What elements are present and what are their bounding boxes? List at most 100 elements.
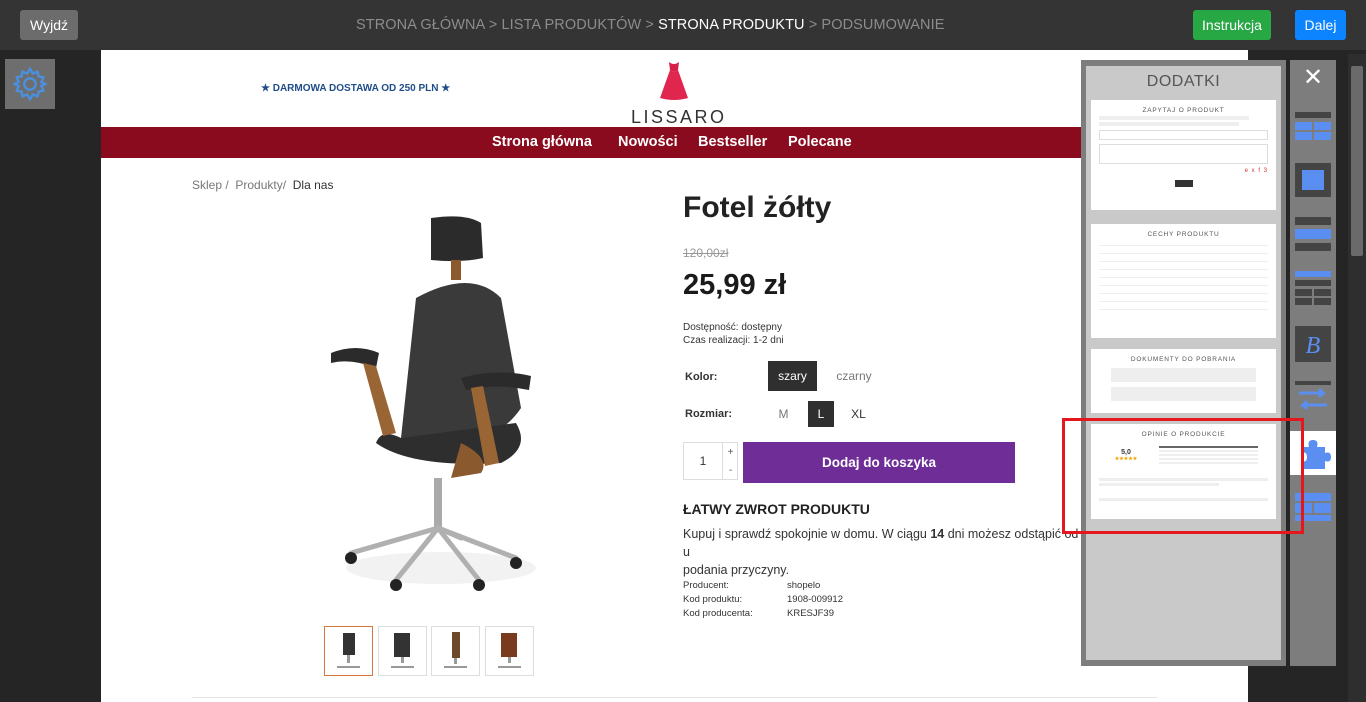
step-summary[interactable]: PODSUMOWANIE xyxy=(821,17,944,33)
chair-thumbnail-icon xyxy=(498,633,521,668)
product-thumbnail[interactable] xyxy=(324,626,373,676)
exit-button[interactable]: Wyjdź xyxy=(20,10,78,40)
layout-rows-button[interactable] xyxy=(1290,212,1336,256)
scrollbar[interactable] xyxy=(1348,54,1366,702)
captcha-preview: e x f 3 xyxy=(1244,168,1268,174)
spec-key: Kod producenta: xyxy=(683,608,753,619)
next-button[interactable]: Dalej xyxy=(1295,10,1346,40)
download-item-preview xyxy=(1111,387,1256,401)
chair-thumbnail-icon xyxy=(444,632,467,668)
availability-text: Dostępność: dostępny xyxy=(683,322,782,333)
divider xyxy=(192,697,1158,698)
bc-products[interactable]: Produkty xyxy=(235,178,282,192)
store-logo[interactable]: LISSARO xyxy=(631,60,727,128)
layout-table-button[interactable] xyxy=(1290,266,1336,310)
addons-title: DODATKI xyxy=(1146,73,1221,90)
table-row xyxy=(1099,256,1268,262)
return-text: Kupuj i sprawdź spokojnie w domu. W ciąg… xyxy=(683,525,1083,579)
step-separator: > xyxy=(804,17,822,33)
addons-drawer: DODATKI ZAPYTAJ O PRODUKT e x f 3 CECHY … xyxy=(1081,60,1286,666)
color-label: Kolor: xyxy=(685,371,718,383)
swap-button[interactable] xyxy=(1290,376,1336,420)
close-drawer-button[interactable]: ✕ xyxy=(1290,60,1336,94)
quantity-value[interactable]: 1 xyxy=(684,454,722,468)
svg-text:B: B xyxy=(1306,333,1321,359)
return-days: 14 xyxy=(930,527,945,541)
add-to-cart-button[interactable]: Dodaj do koszyka xyxy=(743,442,1015,483)
spec-value: shopelo xyxy=(787,580,821,591)
layout-block-button[interactable] xyxy=(1290,158,1336,202)
nav-bestseller[interactable]: Bestseller xyxy=(698,134,767,150)
nav-recommended[interactable]: Polecane xyxy=(788,134,852,150)
dress-logo-icon xyxy=(660,62,688,100)
quantity-minus-button[interactable]: - xyxy=(722,461,738,479)
download-item-preview xyxy=(1111,368,1256,382)
gear-icon xyxy=(12,66,48,102)
table-row xyxy=(1099,264,1268,270)
top-bar: Wyjdź STRONA GŁÓWNA > LISTA PRODUKTÓW > … xyxy=(0,0,1366,50)
store-nav: Strona główna Nowości Bestseller Polecan… xyxy=(101,127,1248,158)
layout-grid-button[interactable] xyxy=(1290,105,1336,149)
spec-row: Kod produktu: 1908-009912 xyxy=(683,593,843,607)
product-main-image[interactable] xyxy=(301,208,571,608)
highlight-box xyxy=(1062,418,1304,534)
color-option-black[interactable]: czarny xyxy=(829,361,879,391)
size-option-m[interactable]: M xyxy=(771,401,796,427)
chair-thumbnail-icon xyxy=(391,633,414,668)
text-placeholder xyxy=(1099,122,1239,126)
quantity-plus-button[interactable]: + xyxy=(722,443,738,461)
table-row xyxy=(1099,240,1268,246)
block-layout-icon xyxy=(1295,163,1331,197)
old-price: 120,00zł xyxy=(683,246,729,260)
quantity-stepper[interactable]: 1 + - xyxy=(683,442,738,480)
size-label: Rozmiar: xyxy=(685,408,733,420)
step-home[interactable]: STRONA GŁÓWNA xyxy=(356,17,485,33)
spec-key: Producent: xyxy=(683,580,729,591)
text-placeholder xyxy=(1099,116,1249,120)
table-row xyxy=(1099,280,1268,286)
step-separator: > xyxy=(641,17,659,33)
addon-product-features[interactable]: CECHY PRODUKTU xyxy=(1091,224,1276,338)
rows-layout-icon xyxy=(1295,217,1331,251)
spec-key: Kod produktu: xyxy=(683,594,743,605)
send-button-preview xyxy=(1174,180,1193,187)
chair-thumbnail-icon xyxy=(337,633,360,668)
table-row xyxy=(1099,248,1268,254)
product-thumbnail[interactable] xyxy=(431,626,480,676)
bc-current: Dla nas xyxy=(292,178,334,192)
step-product-list[interactable]: LISTA PRODUKTÓW xyxy=(501,17,641,33)
addon-card-title: DOKUMENTY DO POBRANIA xyxy=(1130,356,1237,363)
bc-shop[interactable]: Sklep xyxy=(192,178,222,192)
swap-arrows-icon xyxy=(1295,381,1331,411)
table-row xyxy=(1099,272,1268,278)
product-specs: Producent: shopelo Kod produktu: 1908-0099… xyxy=(683,579,843,621)
product-thumbnail[interactable] xyxy=(485,626,534,676)
logo-text: LISSARO xyxy=(631,107,727,127)
addons-list: DODATKI ZAPYTAJ O PRODUKT e x f 3 CECHY … xyxy=(1086,66,1281,660)
product-price: 25,99 zł xyxy=(683,269,787,301)
table-row xyxy=(1099,296,1268,302)
spec-row: Producent: shopelo xyxy=(683,579,843,593)
addon-card-title: ZAPYTAJ O PRODUKT xyxy=(1142,107,1225,114)
spec-value: KRESJF39 xyxy=(787,608,834,619)
instruction-button[interactable]: Instrukcja xyxy=(1193,10,1271,40)
lead-time-text: Czas realizacji: 1-2 dni xyxy=(683,335,784,346)
step-product-page[interactable]: STRONA PRODUKTU xyxy=(658,17,805,33)
addon-ask-about-product[interactable]: ZAPYTAJ O PRODUKT e x f 3 xyxy=(1091,100,1276,210)
spec-row: Kod producenta: KRESJF39 xyxy=(683,607,843,621)
addon-downloads[interactable]: DOKUMENTY DO POBRANIA xyxy=(1091,349,1276,413)
store-page-preview: ★ DARMOWA DOSTAWA OD 250 PLN ★ LISSARO S… xyxy=(101,50,1248,702)
scrollbar-thumb[interactable] xyxy=(1351,66,1363,256)
nav-new[interactable]: Nowości xyxy=(618,134,678,150)
return-text-part: podania przyczyny. xyxy=(683,563,790,577)
size-option-xl[interactable]: XL xyxy=(846,401,871,427)
color-option-grey[interactable]: szary xyxy=(768,361,817,391)
email-field-preview xyxy=(1099,130,1268,140)
product-thumbnail[interactable] xyxy=(378,626,427,676)
message-field-preview xyxy=(1099,144,1268,164)
spec-value: 1908-009912 xyxy=(787,594,843,605)
settings-gear-button[interactable] xyxy=(5,59,55,109)
text-block-button[interactable]: B xyxy=(1290,322,1336,366)
size-option-l[interactable]: L xyxy=(808,401,834,427)
nav-home[interactable]: Strona główna xyxy=(492,134,592,150)
